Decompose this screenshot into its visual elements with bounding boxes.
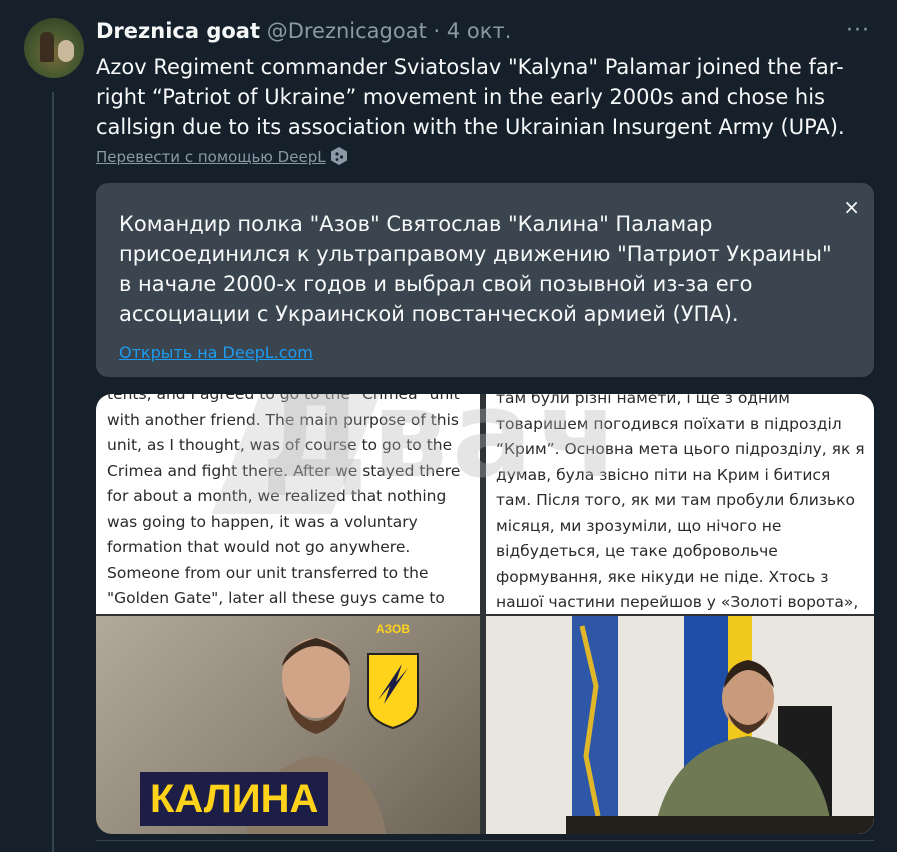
more-options-icon[interactable]: ··· [846, 18, 870, 43]
author-name[interactable]: Dreznica goat [96, 19, 260, 43]
open-deepl-link[interactable]: Открыть на DeepL.com [119, 343, 313, 362]
badge-label: АЗОВ [375, 622, 411, 636]
tweet-text: Azov Regiment commander Sviatoslav "Kaly… [96, 55, 845, 139]
avatar-animal [58, 40, 74, 62]
avatar[interactable] [24, 18, 84, 78]
office-scene [486, 616, 874, 834]
deepl-icon [331, 147, 347, 165]
author-handle[interactable]: @Dreznicagoat [267, 19, 427, 43]
kalina-banner: КАЛИНА [140, 772, 329, 826]
separator-dot: · [433, 19, 441, 43]
watermark-text: Двач [261, 394, 624, 505]
tweet-header: Dreznica goat @Dreznicagoat · 4 окт. [96, 19, 511, 43]
media-image-office[interactable] [486, 616, 874, 834]
azov-badge-icon [367, 653, 419, 730]
translate-link[interactable]: Перевести с помощью DeepL [96, 148, 326, 166]
media-image-portrait[interactable]: АЗОВ КАЛИНА [96, 616, 480, 834]
translation-box: Командир полка "Азов" Святослав "Калина"… [96, 183, 874, 377]
tweet-date[interactable]: 4 окт. [447, 19, 511, 43]
translation-text: Командир полка "Азов" Святослав "Калина"… [119, 212, 832, 326]
media-grid[interactable]: tents, and I agreed to go to the "Crimea… [96, 394, 874, 834]
close-icon[interactable]: × [843, 195, 860, 219]
avatar-figure [40, 32, 54, 62]
thread-line [52, 92, 54, 852]
